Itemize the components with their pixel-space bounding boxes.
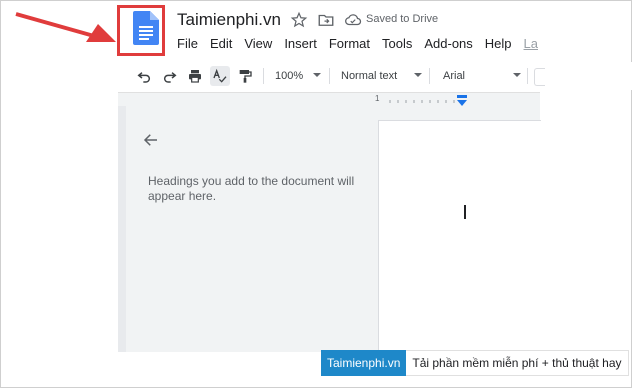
document-title[interactable]: Taimienphi.vn <box>177 10 281 30</box>
spellcheck-icon[interactable] <box>210 66 230 86</box>
menu-view[interactable]: View <box>244 36 272 54</box>
save-status: Saved to Drive <box>366 13 439 25</box>
font-size-box[interactable] <box>534 68 545 86</box>
star-icon[interactable] <box>290 11 308 29</box>
google-docs-icon[interactable] <box>133 11 159 45</box>
menu-insert[interactable]: Insert <box>284 36 317 54</box>
toolbar-divider <box>527 68 528 84</box>
paint-format-icon[interactable] <box>235 66 255 86</box>
annotation-arrow <box>15 12 116 42</box>
watermark-tagline: Tải phần mềm miễn phí + thủ thuật hay <box>406 350 629 376</box>
menu-file[interactable]: File <box>177 36 198 54</box>
document-page[interactable] <box>378 120 541 353</box>
watermark: Taimienphi.vn Tải phần mềm miễn phí + th… <box>321 350 629 376</box>
toolbar-divider <box>429 68 430 84</box>
toolbar-divider <box>263 68 264 84</box>
menu-bar: File Edit View Insert Format Tools Add-o… <box>177 36 550 54</box>
menu-tools[interactable]: Tools <box>382 36 412 54</box>
vertical-ruler <box>118 106 126 352</box>
cloud-check-icon <box>345 14 362 26</box>
undo-icon[interactable] <box>134 66 154 86</box>
menu-addons[interactable]: Add-ons <box>424 36 472 54</box>
menu-edit[interactable]: Edit <box>210 36 232 54</box>
print-icon[interactable] <box>185 66 205 86</box>
text-cursor <box>464 205 466 219</box>
watermark-brand: Taimienphi.vn <box>321 350 407 376</box>
font-caret-icon[interactable] <box>513 73 521 77</box>
style-caret-icon[interactable] <box>414 73 422 77</box>
toolbar-divider <box>329 68 330 84</box>
redo-icon[interactable] <box>160 66 180 86</box>
ruler-number: 1 <box>375 94 380 103</box>
font-select[interactable]: Arial <box>443 68 465 84</box>
menu-format[interactable]: Format <box>329 36 370 54</box>
zoom-select[interactable]: 100% <box>275 68 303 84</box>
back-arrow-icon[interactable] <box>142 131 160 149</box>
zoom-caret-icon[interactable] <box>313 73 321 77</box>
last-edit-link[interactable]: La <box>524 36 538 54</box>
document-outline-panel <box>126 106 376 352</box>
outline-hint-text: Headings you add to the document will ap… <box>148 174 355 203</box>
menu-help[interactable]: Help <box>485 36 512 54</box>
toolbar: 100% Normal text Arial <box>118 62 632 90</box>
move-to-folder-icon[interactable] <box>317 11 335 29</box>
style-select[interactable]: Normal text <box>341 68 397 84</box>
